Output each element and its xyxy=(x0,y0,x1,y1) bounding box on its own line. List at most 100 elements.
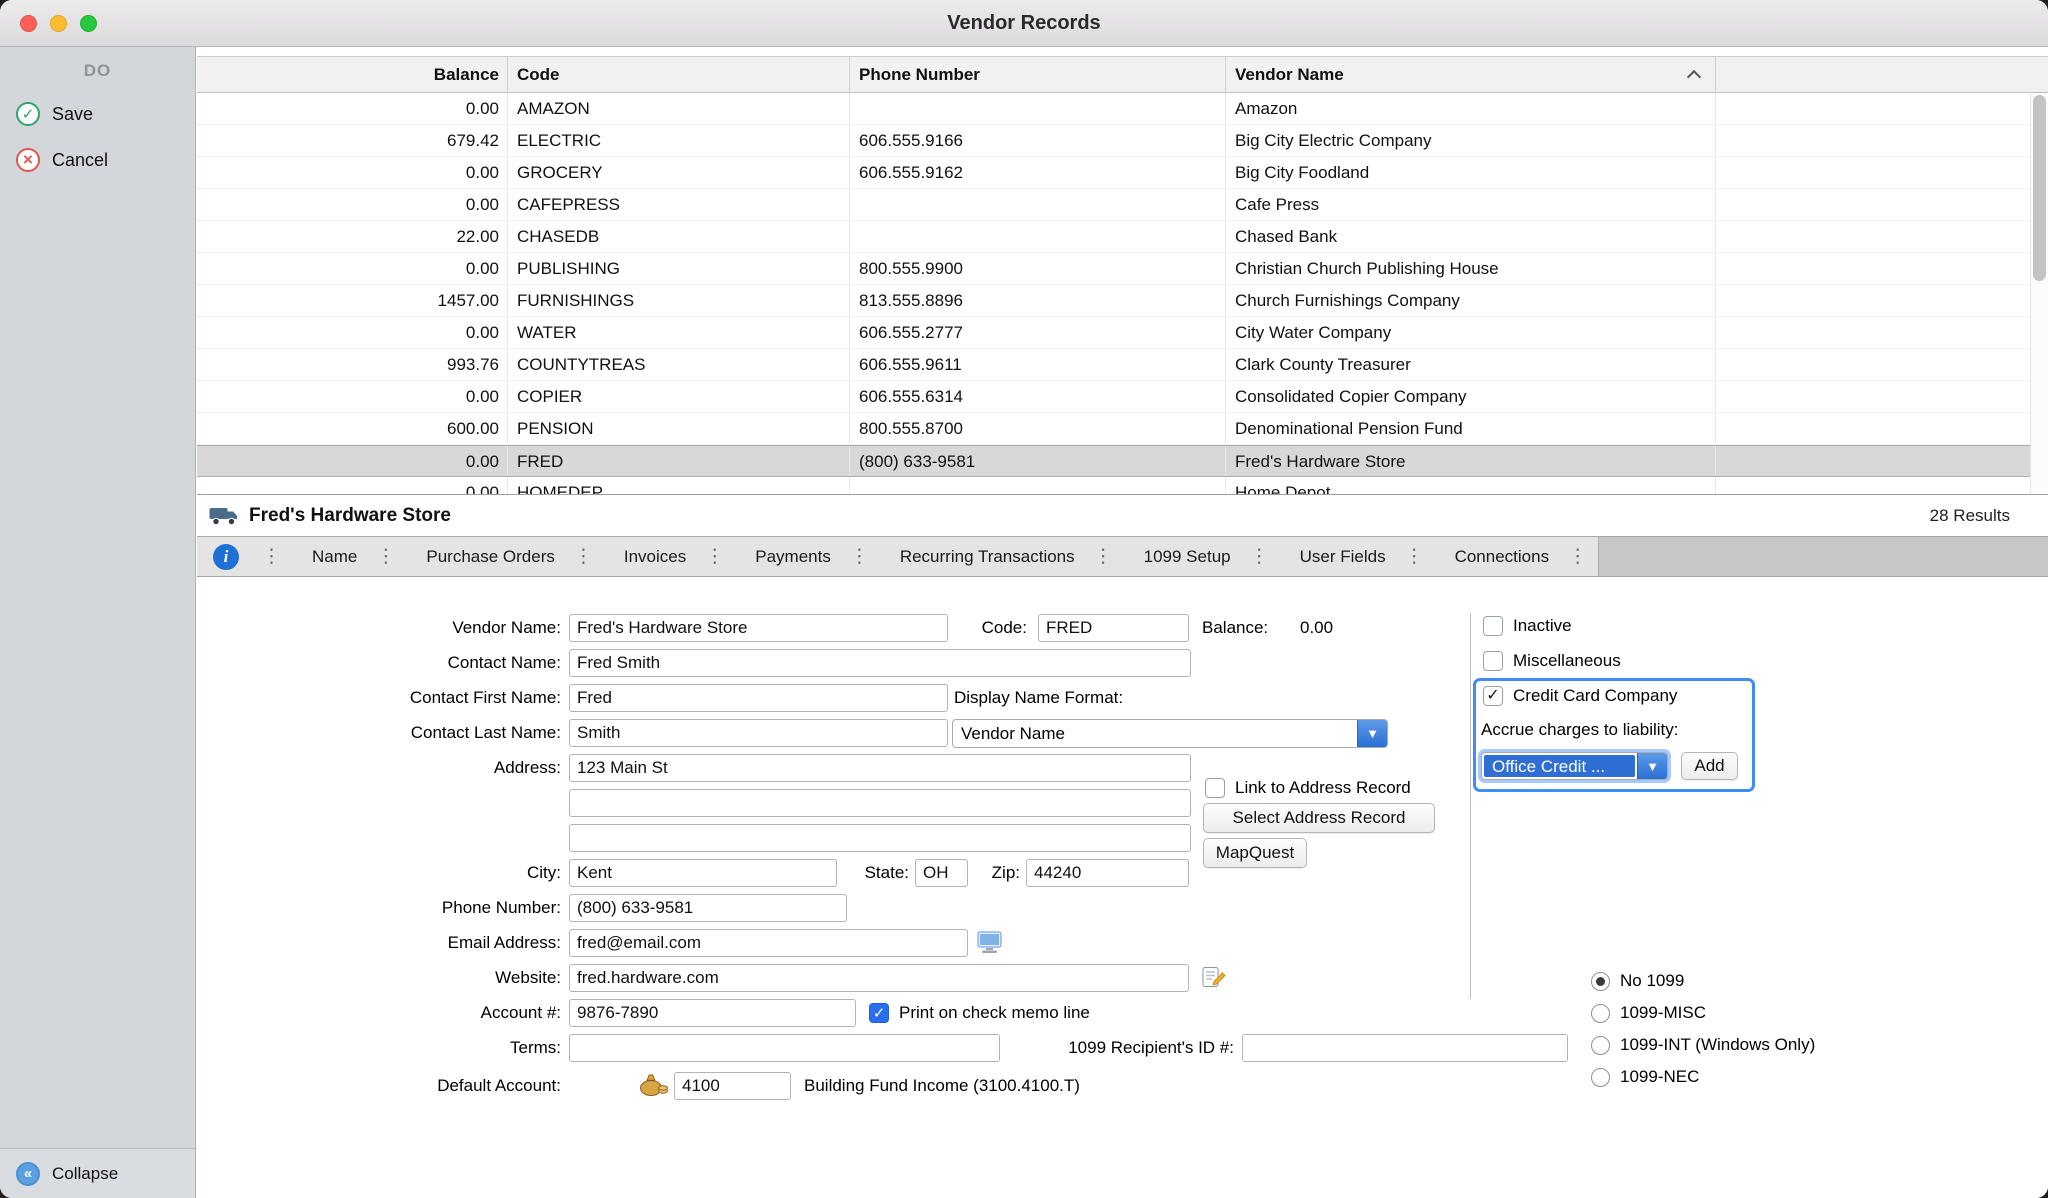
link-to-address-record-checkbox[interactable]: ✓ Link to Address Record xyxy=(1205,775,1411,801)
tab-drag-handle[interactable]: ⋮ xyxy=(839,537,880,576)
cell-code: CAFEPRESS xyxy=(508,189,850,220)
column-header-phone-number[interactable]: Phone Number xyxy=(850,57,1226,92)
save-button[interactable]: ✓ Save xyxy=(0,91,195,137)
close-window-button[interactable] xyxy=(20,15,37,32)
print-on-check-memo-label: Print on check memo line xyxy=(899,1003,1090,1023)
minimize-window-button[interactable] xyxy=(50,15,67,32)
column-header-balance[interactable]: Balance xyxy=(197,57,508,92)
vendor-table-row[interactable]: 0.00 PUBLISHING 800.555.9900 Christian C… xyxy=(197,253,2048,285)
cell-empty xyxy=(1716,253,2048,284)
terms-input[interactable] xyxy=(569,1034,1000,1062)
cell-balance: 993.76 xyxy=(197,349,508,380)
mapquest-button[interactable]: MapQuest xyxy=(1203,838,1307,868)
address-line3-input[interactable] xyxy=(569,824,1191,852)
display-name-format-select[interactable]: Vendor Name ▼ xyxy=(952,719,1388,748)
vendor-table-row[interactable]: 0.00 FRED (800) 633-9581 Fred's Hardware… xyxy=(197,445,2048,477)
default-account-input[interactable] xyxy=(674,1072,791,1100)
tab-drag-handle[interactable]: ⋮ xyxy=(1557,537,1598,576)
table-scrollbar[interactable] xyxy=(2030,93,2048,494)
code-input[interactable] xyxy=(1038,614,1189,642)
print-on-check-memo-checkbox[interactable]: ✓ Print on check memo line xyxy=(869,1000,1090,1026)
column-header-code[interactable]: Code xyxy=(508,57,850,92)
tab-purchase-orders[interactable]: Purchase Orders xyxy=(406,537,563,576)
address-line2-input[interactable] xyxy=(569,789,1191,817)
cell-code: AMAZON xyxy=(508,93,850,124)
tab-drag-handle[interactable]: ⋮ xyxy=(365,537,406,576)
column-header-vendor-name[interactable]: Vendor Name xyxy=(1226,57,1716,92)
website-input[interactable] xyxy=(569,964,1189,992)
recipient-id-input[interactable] xyxy=(1242,1034,1568,1062)
miscellaneous-checkbox[interactable]: ✓ Miscellaneous xyxy=(1483,648,1621,674)
tab-payments[interactable]: Payments xyxy=(735,537,839,576)
chevron-down-icon[interactable]: ▼ xyxy=(1637,753,1667,779)
vendor-table-row[interactable]: 1457.00 FURNISHINGS 813.555.8896 Church … xyxy=(197,285,2048,317)
info-icon: i xyxy=(213,544,239,570)
ten99-radio-option[interactable]: 1099-NEC xyxy=(1591,1063,1815,1091)
phone-number-input[interactable] xyxy=(569,894,847,922)
ten99-radio-option[interactable]: No 1099 xyxy=(1591,967,1815,995)
contact-first-name-input[interactable] xyxy=(569,684,948,712)
cancel-button[interactable]: × Cancel xyxy=(0,137,195,183)
vendor-table-row[interactable]: 0.00 GROCERY 606.555.9162 Big City Foodl… xyxy=(197,157,2048,189)
vendor-table-row[interactable]: 600.00 PENSION 800.555.8700 Denomination… xyxy=(197,413,2048,445)
tab-drag-handle[interactable]: ⋮ xyxy=(1394,537,1435,576)
cell-code: GROCERY xyxy=(508,157,850,188)
collapse-sidebar-button[interactable]: « Collapse xyxy=(0,1148,195,1198)
vendor-table-row[interactable]: 993.76 COUNTYTREAS 606.555.9611 Clark Co… xyxy=(197,349,2048,381)
tab-info[interactable]: i xyxy=(197,537,251,576)
add-liability-account-button[interactable]: Add xyxy=(1681,752,1738,780)
cell-vendor-name: Church Furnishings Company xyxy=(1226,285,1716,316)
vendor-records-window: Vendor Records DO ✓ Save × Cancel « Coll… xyxy=(0,0,2048,1198)
vendor-table-row[interactable]: 679.42 ELECTRIC 606.555.9166 Big City El… xyxy=(197,125,2048,157)
city-label: City: xyxy=(197,859,561,887)
tab-name[interactable]: Name xyxy=(292,537,365,576)
zip-input[interactable] xyxy=(1026,859,1189,887)
vendor-table-row[interactable]: 0.00 CAFEPRESS Cafe Press xyxy=(197,189,2048,221)
tab-recurring-transactions[interactable]: Recurring Transactions xyxy=(880,537,1083,576)
liability-account-select[interactable]: Office Credit ... ▼ xyxy=(1481,752,1668,780)
ten99-radio-option[interactable]: 1099-INT (Windows Only) xyxy=(1591,1031,1815,1059)
vendor-table-row[interactable]: 0.00 COPIER 606.555.6314 Consolidated Co… xyxy=(197,381,2048,413)
city-input[interactable] xyxy=(569,859,837,887)
window-controls xyxy=(20,15,97,32)
vendor-table-row[interactable]: 0.00 WATER 606.555.2777 City Water Compa… xyxy=(197,317,2048,349)
vendor-table-row[interactable]: 22.00 CHASEDB Chased Bank xyxy=(197,221,2048,253)
account-number-input[interactable] xyxy=(569,999,856,1027)
inactive-checkbox[interactable]: ✓ Inactive xyxy=(1483,613,1572,639)
cancel-x-icon: × xyxy=(16,148,40,172)
tab-drag-handle[interactable]: ⋮ xyxy=(694,537,735,576)
cell-code: HOMEDEP xyxy=(508,477,850,494)
vendor-table-row[interactable]: 0.00 AMAZON Amazon xyxy=(197,93,2048,125)
window-title: Vendor Records xyxy=(0,0,2048,46)
tab-drag-handle[interactable]: ⋮ xyxy=(1083,537,1124,576)
money-bag-icon[interactable] xyxy=(638,1069,670,1097)
credit-card-company-checkbox[interactable]: ✓ Credit Card Company xyxy=(1483,683,1677,709)
contact-name-input[interactable] xyxy=(569,649,1191,677)
zoom-window-button[interactable] xyxy=(80,15,97,32)
select-address-record-button[interactable]: Select Address Record xyxy=(1203,803,1435,833)
tab-drag-handle[interactable]: ⋮ xyxy=(1239,537,1280,576)
cell-vendor-name: Denominational Pension Fund xyxy=(1226,413,1716,444)
tab-drag-handle[interactable]: ⋮ xyxy=(563,537,604,576)
tab-user-fields[interactable]: User Fields xyxy=(1280,537,1394,576)
tab-1099-setup[interactable]: 1099 Setup xyxy=(1124,537,1239,576)
tab-drag-handle[interactable]: ⋮ xyxy=(251,537,292,576)
recipient-id-label: 1099 Recipient's ID #: xyxy=(1007,1034,1234,1062)
vendor-name-label: Vendor Name: xyxy=(197,614,561,642)
vendor-table: Balance Code Phone Number Vendor Name 0.… xyxy=(197,56,2048,494)
state-input[interactable] xyxy=(915,859,968,887)
tab-invoices[interactable]: Invoices xyxy=(604,537,694,576)
contact-last-name-input[interactable] xyxy=(569,719,948,747)
vendor-table-row[interactable]: 0.00 HOMEDEP Home Depot xyxy=(197,477,2048,494)
send-email-icon[interactable] xyxy=(977,931,1002,954)
chevron-down-icon[interactable]: ▼ xyxy=(1357,720,1387,747)
cell-empty xyxy=(1716,189,2048,220)
address-line1-input[interactable] xyxy=(569,754,1191,782)
tab-connections[interactable]: Connections xyxy=(1435,537,1558,576)
sidebar: DO ✓ Save × Cancel « Collapse xyxy=(0,47,196,1198)
ten99-radio-option[interactable]: 1099-MISC xyxy=(1591,999,1815,1027)
vendor-name-input[interactable] xyxy=(569,614,948,642)
email-address-input[interactable] xyxy=(569,929,968,957)
scrollbar-thumb[interactable] xyxy=(2033,95,2046,281)
open-website-icon[interactable] xyxy=(1201,966,1226,989)
